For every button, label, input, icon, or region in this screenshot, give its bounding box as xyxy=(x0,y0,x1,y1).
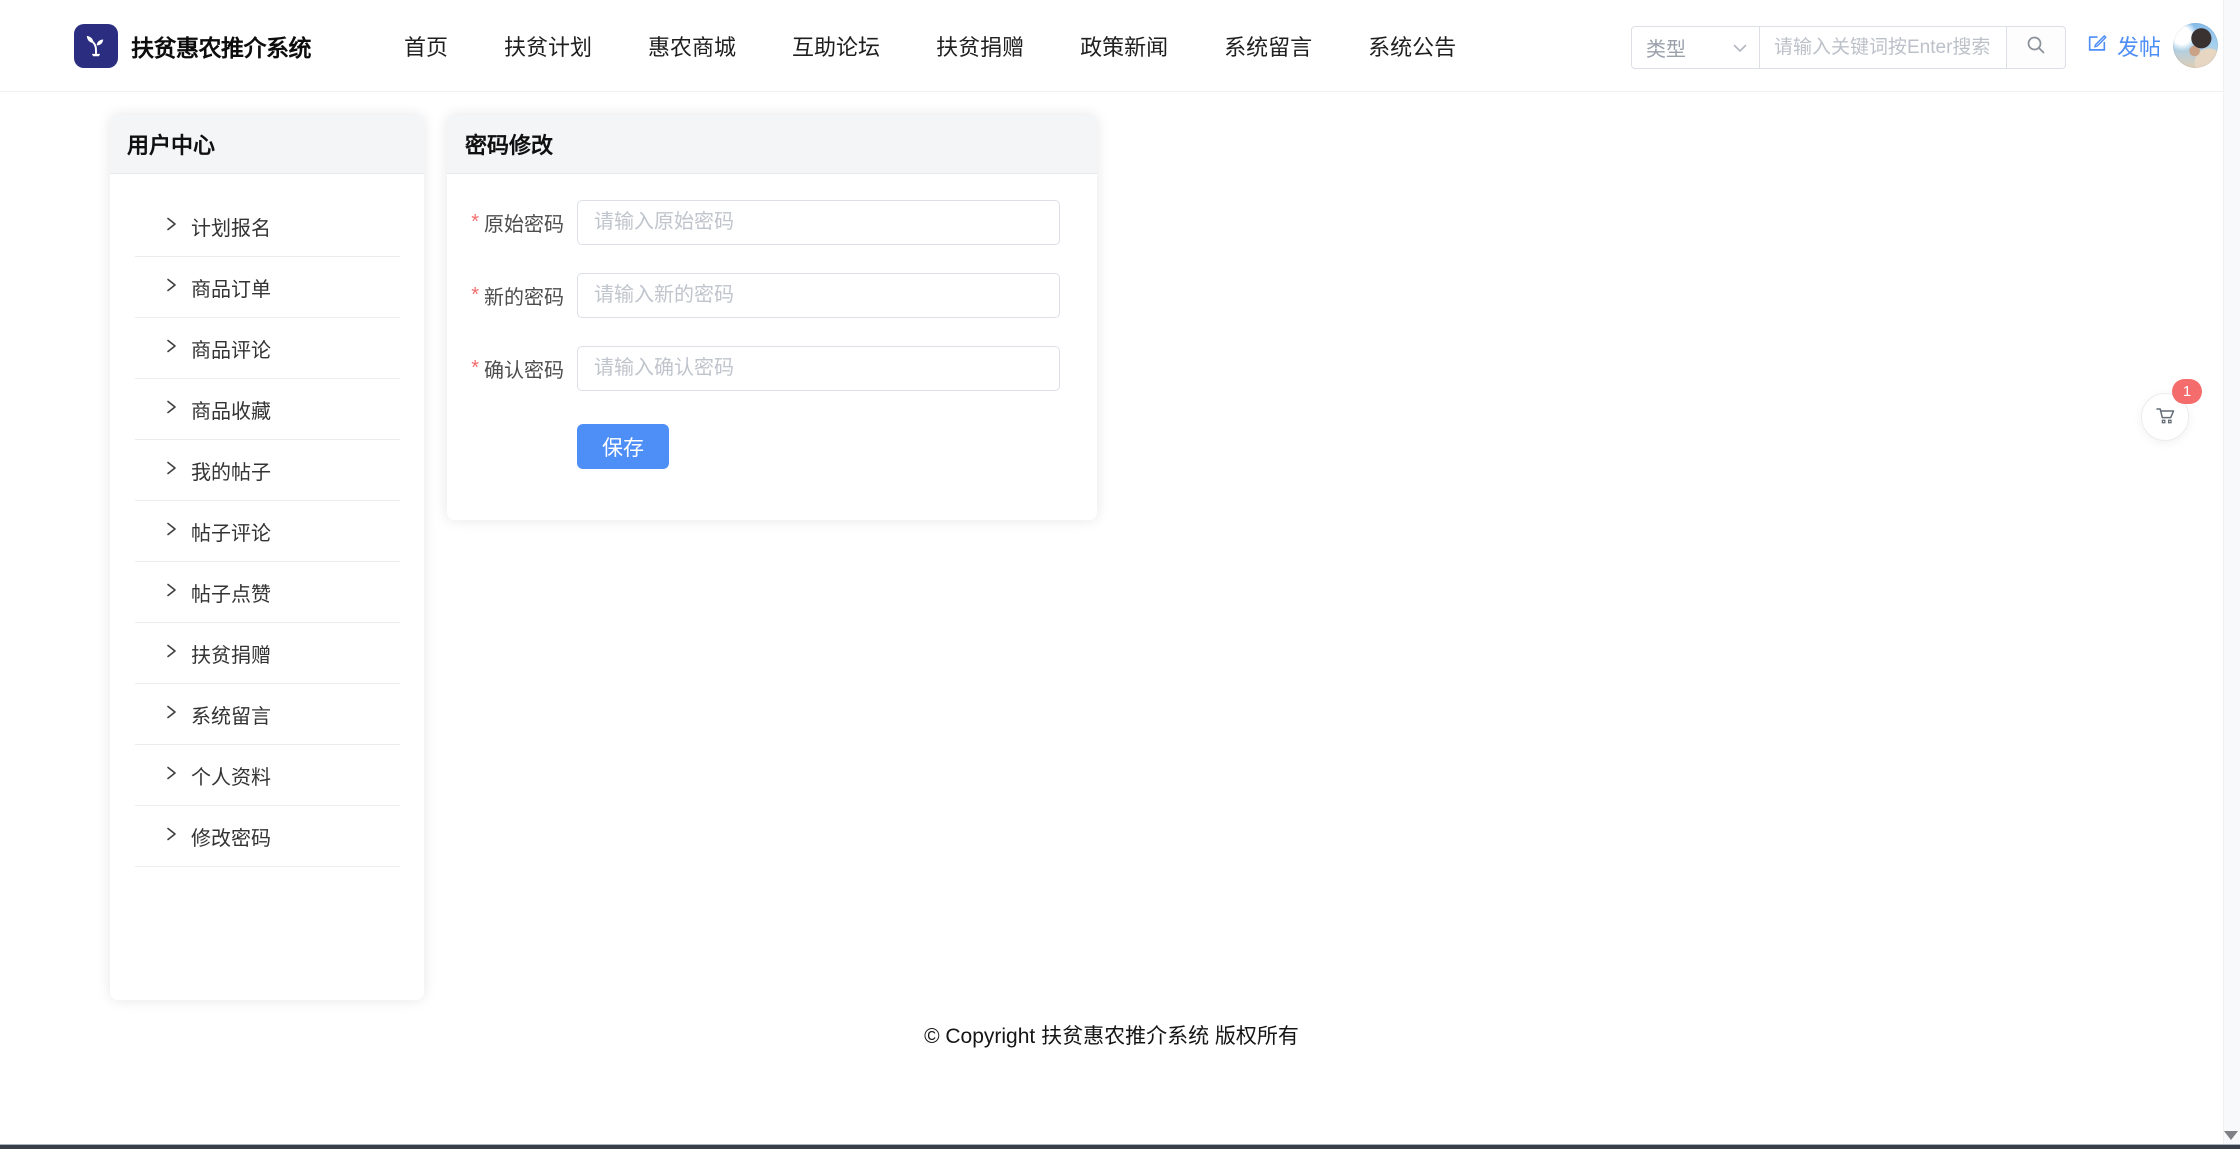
scrollbar-down-arrow-icon[interactable] xyxy=(2224,1131,2238,1140)
sidebar-item-product-comments[interactable]: 商品评论 xyxy=(110,318,424,379)
new-password-label: * 新的密码 xyxy=(447,281,577,310)
sidebar-item-label: 商品收藏 xyxy=(191,395,271,424)
password-change-form: * 原始密码 * 新的密码 * 确认密码 保存 xyxy=(447,174,1097,469)
form-row-new-password: * 新的密码 xyxy=(447,273,1097,318)
sidebar-item-post-likes[interactable]: 帖子点赞 xyxy=(110,562,424,623)
user-center-menu: 计划报名 商品订单 商品评论 商品收藏 我的帖子 帖子评论 xyxy=(110,174,424,867)
search-bar: 类型 xyxy=(1631,26,2066,69)
required-asterisk: * xyxy=(471,284,479,307)
page: 扶贫惠农推介系统 首页 扶贫计划 惠农商城 互助论坛 扶贫捐赠 政策新闻 系统留… xyxy=(0,0,2240,1149)
confirm-password-input[interactable] xyxy=(577,346,1060,391)
sidebar-item-profile[interactable]: 个人资料 xyxy=(110,745,424,806)
password-change-header: 密码修改 xyxy=(447,115,1097,174)
sidebar-item-label: 帖子评论 xyxy=(191,517,271,546)
sidebar-item-label: 计划报名 xyxy=(191,212,271,241)
footer-copyright: © Copyright 扶贫惠农推介系统 版权所有 xyxy=(0,1020,2223,1050)
chevron-right-icon xyxy=(165,825,178,848)
user-center-header: 用户中心 xyxy=(110,115,424,174)
edit-icon xyxy=(2086,32,2108,60)
nav-item-policy-news[interactable]: 政策新闻 xyxy=(1080,30,1168,62)
window-bottom-edge xyxy=(0,1144,2240,1149)
nav-item-poverty-plan[interactable]: 扶贫计划 xyxy=(504,30,592,62)
user-center-title: 用户中心 xyxy=(127,128,215,160)
chevron-right-icon xyxy=(165,215,178,238)
required-asterisk: * xyxy=(471,211,479,234)
chevron-down-icon xyxy=(1733,36,1747,59)
sidebar-item-label: 扶贫捐赠 xyxy=(191,639,271,668)
top-navigation-bar: 扶贫惠农推介系统 首页 扶贫计划 惠农商城 互助论坛 扶贫捐赠 政策新闻 系统留… xyxy=(0,0,2240,92)
sidebar-item-my-posts[interactable]: 我的帖子 xyxy=(110,440,424,501)
cart-badge: 1 xyxy=(2172,379,2202,404)
search-type-value: 类型 xyxy=(1646,33,1686,62)
chevron-right-icon xyxy=(165,520,178,543)
user-avatar[interactable] xyxy=(2173,23,2218,68)
chevron-right-icon xyxy=(165,764,178,787)
sprout-icon xyxy=(82,30,110,63)
chevron-right-icon xyxy=(165,642,178,665)
sidebar-item-change-password[interactable]: 修改密码 xyxy=(110,806,424,867)
sidebar-item-donations[interactable]: 扶贫捐赠 xyxy=(110,623,424,684)
password-change-card: 密码修改 * 原始密码 * 新的密码 * 确认密码 xyxy=(447,115,1097,520)
chevron-right-icon xyxy=(165,276,178,299)
nav-item-announcements[interactable]: 系统公告 xyxy=(1368,30,1456,62)
user-center-card: 用户中心 计划报名 商品订单 商品评论 商品收藏 我的帖子 xyxy=(110,115,424,1000)
confirm-password-label: * 确认密码 xyxy=(447,354,577,383)
chevron-right-icon xyxy=(165,703,178,726)
new-password-input[interactable] xyxy=(577,273,1060,318)
required-asterisk: * xyxy=(471,357,479,380)
scrollbar-track[interactable] xyxy=(2223,0,2240,1145)
chevron-right-icon xyxy=(165,337,178,360)
sidebar-item-system-messages[interactable]: 系统留言 xyxy=(110,684,424,745)
chevron-right-icon xyxy=(165,581,178,604)
sidebar-item-product-orders[interactable]: 商品订单 xyxy=(110,257,424,318)
form-row-confirm-password: * 确认密码 xyxy=(447,346,1097,391)
sidebar-item-label: 个人资料 xyxy=(191,761,271,790)
nav-item-forum[interactable]: 互助论坛 xyxy=(792,30,880,62)
sidebar-item-label: 商品订单 xyxy=(191,273,271,302)
sidebar-item-label: 帖子点赞 xyxy=(191,578,271,607)
sidebar-item-product-favorites[interactable]: 商品收藏 xyxy=(110,379,424,440)
search-button[interactable] xyxy=(2007,26,2066,69)
form-row-original-password: * 原始密码 xyxy=(447,200,1097,245)
sidebar-item-plan-signup[interactable]: 计划报名 xyxy=(110,196,424,257)
original-password-label: * 原始密码 xyxy=(447,208,577,237)
brand-title: 扶贫惠农推介系统 xyxy=(131,0,311,92)
search-icon xyxy=(2025,34,2047,61)
cart-icon xyxy=(2153,403,2177,432)
create-post-label: 发帖 xyxy=(2117,30,2161,62)
sidebar-item-post-comments[interactable]: 帖子评论 xyxy=(110,501,424,562)
save-button[interactable]: 保存 xyxy=(577,424,669,469)
nav-item-mall[interactable]: 惠农商城 xyxy=(648,30,736,62)
sidebar-item-label: 系统留言 xyxy=(191,700,271,729)
nav-item-messages[interactable]: 系统留言 xyxy=(1224,30,1312,62)
main-nav: 首页 扶贫计划 惠农商城 互助论坛 扶贫捐赠 政策新闻 系统留言 系统公告 xyxy=(404,0,1456,92)
create-post-link[interactable]: 发帖 xyxy=(2086,0,2161,92)
chevron-right-icon xyxy=(165,459,178,482)
chevron-right-icon xyxy=(165,398,178,421)
sidebar-item-label: 修改密码 xyxy=(191,822,271,851)
search-type-select[interactable]: 类型 xyxy=(1631,26,1760,69)
page-title: 密码修改 xyxy=(465,128,553,160)
original-password-input[interactable] xyxy=(577,200,1060,245)
sidebar-item-label: 商品评论 xyxy=(191,334,271,363)
nav-item-donation[interactable]: 扶贫捐赠 xyxy=(936,30,1024,62)
brand-logo[interactable] xyxy=(74,24,118,68)
nav-item-home[interactable]: 首页 xyxy=(404,30,448,62)
search-input[interactable] xyxy=(1760,26,2007,69)
sidebar-item-label: 我的帖子 xyxy=(191,456,271,485)
